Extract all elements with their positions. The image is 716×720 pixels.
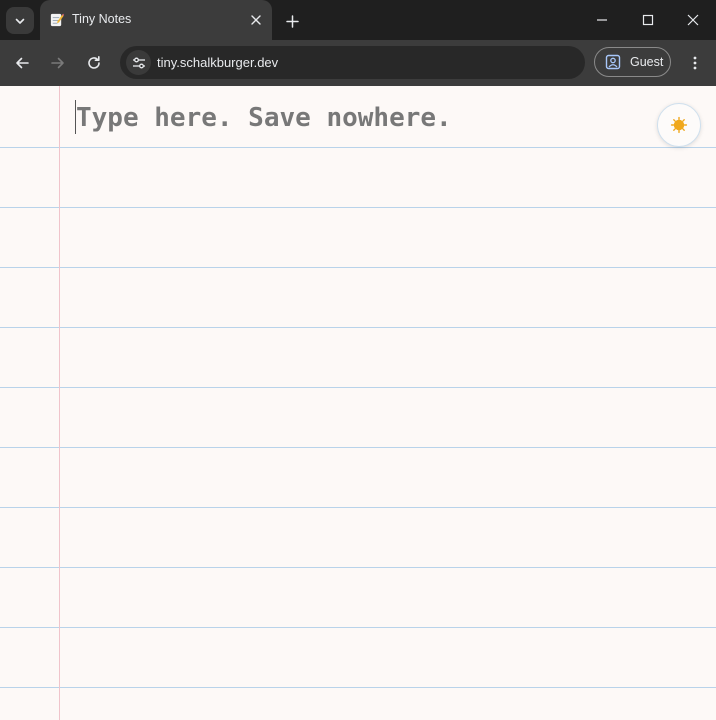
arrow-left-icon [16, 57, 29, 69]
guest-profile-icon [605, 54, 621, 70]
notebook-page [0, 86, 716, 720]
tab-strip: Tiny Notes [0, 0, 716, 40]
maximize-button[interactable] [625, 0, 671, 40]
ruled-line [0, 207, 716, 208]
reload-icon [88, 56, 100, 69]
ruled-line [0, 567, 716, 568]
margin-line [59, 86, 60, 720]
ruled-line [0, 147, 716, 148]
ruled-line [0, 627, 716, 628]
ruled-line [0, 687, 716, 688]
minimize-button[interactable] [579, 0, 625, 40]
ruled-line [0, 387, 716, 388]
tab-tiny-notes[interactable]: Tiny Notes [40, 0, 272, 40]
maximize-icon [642, 14, 654, 26]
profile-label: Guest [630, 55, 664, 69]
url-text[interactable]: tiny.schalkburger.dev [157, 55, 278, 70]
more-vertical-icon [693, 56, 697, 70]
ruled-line [0, 447, 716, 448]
memo-icon [50, 13, 64, 27]
close-icon [251, 15, 261, 25]
browser-menu-button[interactable] [684, 52, 706, 74]
minimize-icon [597, 19, 607, 21]
arrow-right-icon [51, 57, 64, 69]
back-button[interactable] [11, 52, 33, 74]
close-icon [687, 14, 699, 26]
address-bar[interactable]: tiny.schalkburger.dev [120, 46, 585, 79]
site-info-button[interactable] [126, 50, 151, 75]
sun-icon [670, 116, 688, 134]
theme-toggle-button[interactable] [657, 103, 701, 147]
plus-icon [285, 14, 299, 28]
tab-title: Tiny Notes [72, 12, 132, 26]
chevron-down-icon [15, 18, 25, 24]
new-tab-button[interactable] [282, 11, 302, 31]
close-window-button[interactable] [670, 0, 716, 40]
tab-close-button[interactable] [248, 12, 264, 28]
tab-search-button[interactable] [6, 7, 34, 34]
ruled-line [0, 267, 716, 268]
ruled-line [0, 507, 716, 508]
forward-button[interactable] [47, 52, 69, 74]
browser-toolbar: tiny.schalkburger.dev Guest [0, 40, 716, 86]
ruled-line [0, 327, 716, 328]
reload-button[interactable] [83, 52, 105, 74]
note-input[interactable] [74, 100, 636, 136]
profile-button[interactable]: Guest [594, 47, 671, 77]
text-caret [75, 100, 76, 134]
tune-icon [132, 57, 145, 68]
